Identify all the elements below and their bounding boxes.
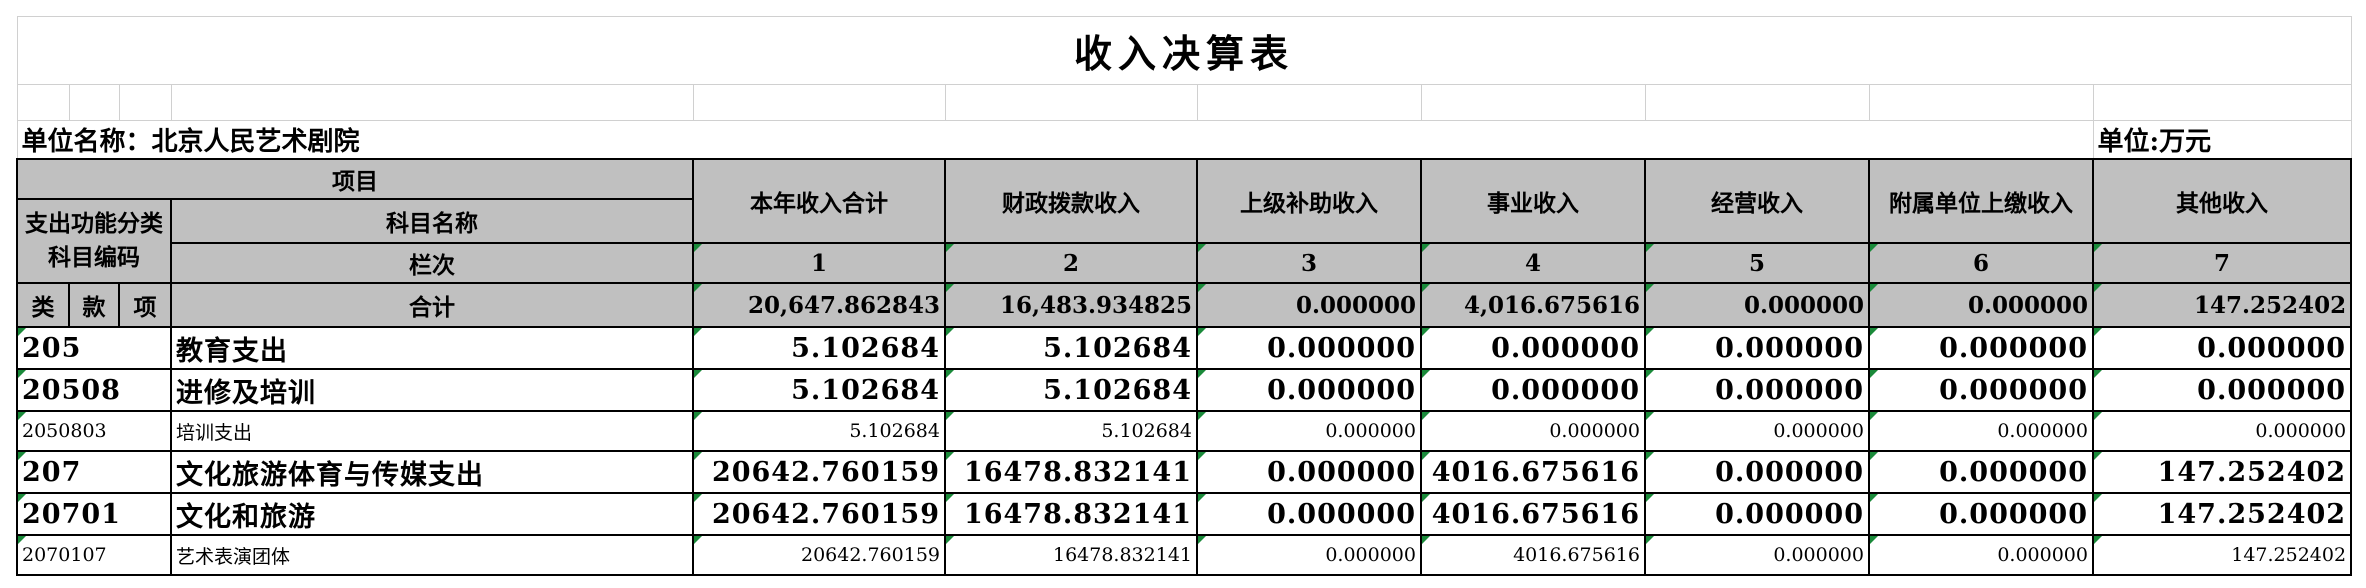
row-name: 艺术表演团体 bbox=[170, 534, 694, 576]
cell-value: 0.000000 bbox=[1868, 492, 2094, 536]
header-col-business: 事业收入 bbox=[1420, 158, 1646, 244]
row-code: 2050803 bbox=[16, 410, 172, 452]
total-label: 合计 bbox=[170, 282, 694, 328]
table-row: 20508 进修及培训 5.102684 5.102684 0.000000 0… bbox=[16, 368, 2353, 412]
row-name: 文化旅游体育与传媒支出 bbox=[170, 450, 694, 494]
row-name: 进修及培训 bbox=[170, 368, 694, 412]
column-number: 3 bbox=[1196, 242, 1422, 284]
cell-value: 5.102684 bbox=[944, 326, 1198, 370]
total-value: 16,483.934825 bbox=[944, 282, 1198, 328]
cell-value: 5.102684 bbox=[944, 410, 1198, 452]
income-table: 收入决算表 单位名称：北京人民艺术剧院 单位:万元 项目 本年收入合计 财政拨款… bbox=[16, 16, 2353, 576]
header-func-code: 支出功能分类科目编码 bbox=[16, 198, 172, 284]
cell-value: 16478.832141 bbox=[944, 450, 1198, 494]
cell-value: 0.000000 bbox=[1644, 326, 1870, 370]
cell-value: 0.000000 bbox=[1196, 410, 1422, 452]
page-title: 收入决算表 bbox=[16, 16, 2352, 85]
table-row: 205 教育支出 5.102684 5.102684 0.000000 0.00… bbox=[16, 326, 2353, 370]
row-code: 20508 bbox=[16, 368, 172, 412]
row-name: 教育支出 bbox=[170, 326, 694, 370]
total-value: 20,647.862843 bbox=[692, 282, 946, 328]
cell-value: 0.000000 bbox=[1644, 534, 1870, 576]
cell-value: 0.000000 bbox=[1868, 368, 2094, 412]
cell-value: 16478.832141 bbox=[944, 534, 1198, 576]
row-name: 培训支出 bbox=[170, 410, 694, 452]
column-number: 1 bbox=[692, 242, 946, 284]
header-column-no: 栏次 bbox=[170, 242, 694, 284]
header-col-operating: 经营收入 bbox=[1644, 158, 1870, 244]
cell-value: 0.000000 bbox=[1420, 326, 1646, 370]
total-value: 0.000000 bbox=[1868, 282, 2094, 328]
cell-value: 4016.675616 bbox=[1420, 450, 1646, 494]
total-value: 0.000000 bbox=[1196, 282, 1422, 328]
header-kuan: 款 bbox=[68, 282, 120, 328]
cell-value: 4016.675616 bbox=[1420, 492, 1646, 536]
header-xiang: 项 bbox=[118, 282, 172, 328]
row-code: 20701 bbox=[16, 492, 172, 536]
cell-value: 0.000000 bbox=[2091, 410, 2353, 452]
cell-value: 16478.832141 bbox=[944, 492, 1198, 536]
cell-value: 0.000000 bbox=[1868, 534, 2094, 576]
header-subject-name: 科目名称 bbox=[170, 198, 694, 244]
cell-value: 5.102684 bbox=[692, 368, 946, 412]
header-col-other: 其他收入 bbox=[2091, 158, 2353, 244]
cell-value: 0.000000 bbox=[1196, 368, 1422, 412]
total-value: 4,016.675616 bbox=[1420, 282, 1646, 328]
row-code: 205 bbox=[16, 326, 172, 370]
cell-value: 5.102684 bbox=[692, 410, 946, 452]
unit-name-label: 单位名称：北京人民艺术剧院 bbox=[16, 120, 2094, 159]
cell-value: 4016.675616 bbox=[1420, 534, 1646, 576]
header-project: 项目 bbox=[16, 158, 694, 200]
cell-value: 147.252402 bbox=[2091, 534, 2353, 576]
cell-value: 0.000000 bbox=[1644, 450, 1870, 494]
cell-value: 0.000000 bbox=[1868, 450, 2094, 494]
cell-value: 0.000000 bbox=[1196, 492, 1422, 536]
table-row: 20701 文化和旅游 20642.760159 16478.832141 0.… bbox=[16, 492, 2353, 536]
column-number: 7 bbox=[2091, 242, 2353, 284]
total-value: 0.000000 bbox=[1644, 282, 1870, 328]
cell-value: 0.000000 bbox=[1196, 450, 1422, 494]
cell-value: 0.000000 bbox=[1420, 410, 1646, 452]
row-name: 文化和旅游 bbox=[170, 492, 694, 536]
cell-value: 5.102684 bbox=[692, 326, 946, 370]
cell-value: 0.000000 bbox=[1196, 534, 1422, 576]
cell-value: 0.000000 bbox=[1644, 492, 1870, 536]
cell-value: 0.000000 bbox=[2091, 326, 2353, 370]
column-number: 5 bbox=[1644, 242, 1870, 284]
cell-value: 0.000000 bbox=[1196, 326, 1422, 370]
column-number: 2 bbox=[944, 242, 1198, 284]
cell-value: 147.252402 bbox=[2091, 450, 2353, 494]
cell-value: 5.102684 bbox=[944, 368, 1198, 412]
table-row: 2050803 培训支出 5.102684 5.102684 0.000000 … bbox=[16, 410, 2353, 452]
column-number: 6 bbox=[1868, 242, 2094, 284]
cell-value: 20642.760159 bbox=[692, 450, 946, 494]
table-row: 207 文化旅游体育与传媒支出 20642.760159 16478.83214… bbox=[16, 450, 2353, 494]
cell-value: 20642.760159 bbox=[692, 492, 946, 536]
cell-value: 0.000000 bbox=[1644, 410, 1870, 452]
table-row: 2070107 艺术表演团体 20642.760159 16478.832141… bbox=[16, 534, 2353, 576]
header-col-superior-subsidy: 上级补助收入 bbox=[1196, 158, 1422, 244]
cell-value: 0.000000 bbox=[1868, 326, 2094, 370]
cell-value: 0.000000 bbox=[2091, 368, 2353, 412]
income-final-accounts-sheet: 收入决算表 单位名称：北京人民艺术剧院 单位:万元 项目 本年收入合计 财政拨款… bbox=[16, 16, 2353, 576]
row-code: 207 bbox=[16, 450, 172, 494]
total-value: 147.252402 bbox=[2091, 282, 2353, 328]
header-col-total: 本年收入合计 bbox=[692, 158, 946, 244]
cell-value: 0.000000 bbox=[1868, 410, 2094, 452]
cell-value: 0.000000 bbox=[1420, 368, 1646, 412]
cell-value: 20642.760159 bbox=[692, 534, 946, 576]
unit-label: 单位:万元 bbox=[2092, 120, 2352, 159]
cell-value: 147.252402 bbox=[2091, 492, 2353, 536]
column-number: 4 bbox=[1420, 242, 1646, 284]
row-code: 2070107 bbox=[16, 534, 172, 576]
header-lei: 类 bbox=[16, 282, 70, 328]
cell-value: 0.000000 bbox=[1644, 368, 1870, 412]
header-col-affiliated: 附属单位上缴收入 bbox=[1868, 158, 2094, 244]
header-col-fiscal: 财政拨款收入 bbox=[944, 158, 1198, 244]
